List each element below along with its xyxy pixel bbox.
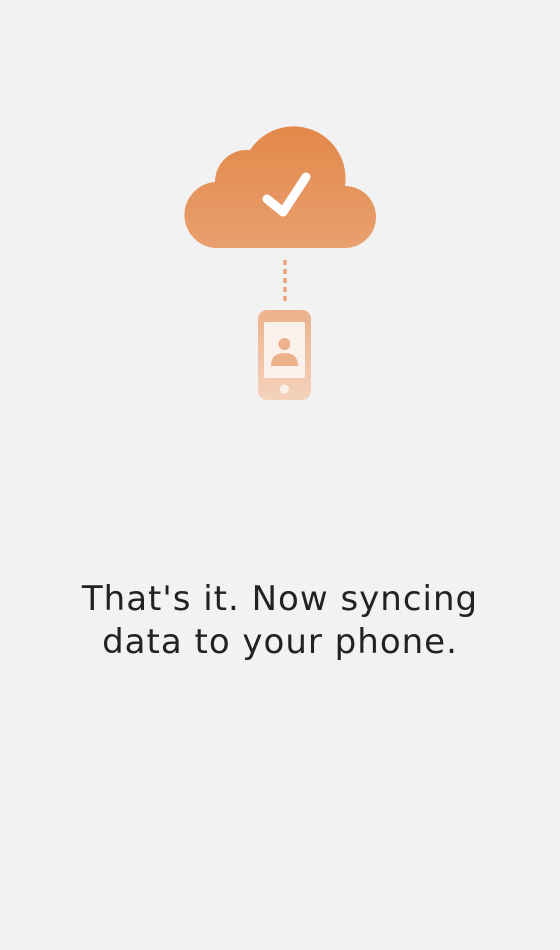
- message-line-1: That's it. Now syncing: [81, 579, 479, 619]
- sync-status-message: That's it. Now syncing data to your phon…: [30, 578, 530, 664]
- message-line-2: data to your phone.: [102, 622, 458, 662]
- sync-illustration: [184, 126, 376, 400]
- phone-contact-icon: [258, 310, 311, 400]
- cloud-check-icon: [184, 126, 376, 249]
- sync-complete-screen: That's it. Now syncing data to your phon…: [0, 0, 560, 950]
